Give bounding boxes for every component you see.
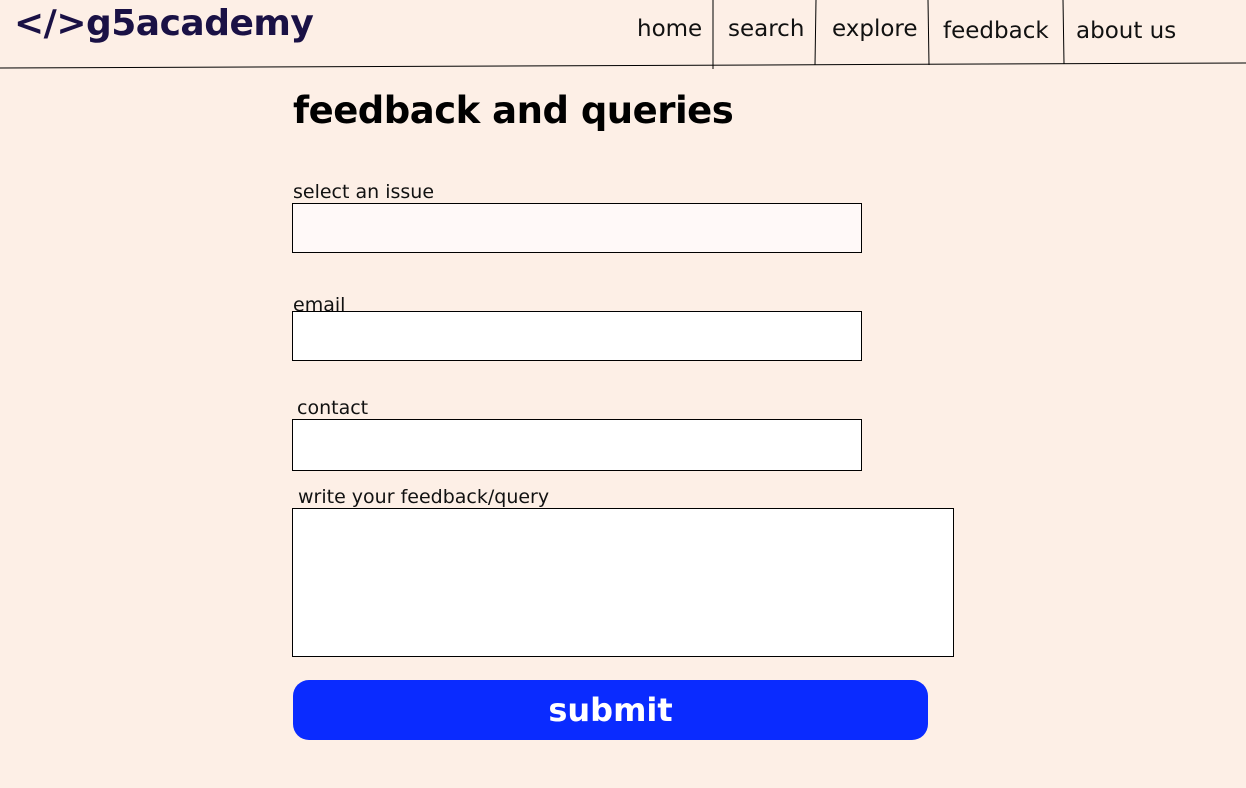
nav-item-explore[interactable]: explore	[832, 14, 918, 44]
contact-label: contact	[297, 397, 369, 419]
nav-item-feedback[interactable]: feedback	[943, 16, 1049, 46]
feedback-textarea[interactable]	[292, 508, 954, 657]
nav-item-about-us[interactable]: about us	[1076, 16, 1176, 46]
nav-separator	[814, 0, 817, 66]
email-field[interactable]	[292, 311, 862, 361]
nav-separator	[927, 0, 930, 66]
nav-item-home[interactable]: home	[637, 14, 702, 44]
nav-item-search[interactable]: search	[728, 14, 804, 44]
header-bottom-line	[0, 62, 1246, 69]
page-title: feedback and queries	[293, 89, 734, 132]
feedback-label: write your feedback/query	[298, 486, 550, 508]
site-logo[interactable]: </>g5academy	[14, 2, 314, 46]
contact-field[interactable]	[292, 419, 862, 471]
issue-label: select an issue	[293, 181, 435, 203]
nav-separator	[1062, 0, 1065, 65]
issue-select-field[interactable]	[292, 203, 862, 253]
submit-button[interactable]: submit	[293, 680, 928, 740]
